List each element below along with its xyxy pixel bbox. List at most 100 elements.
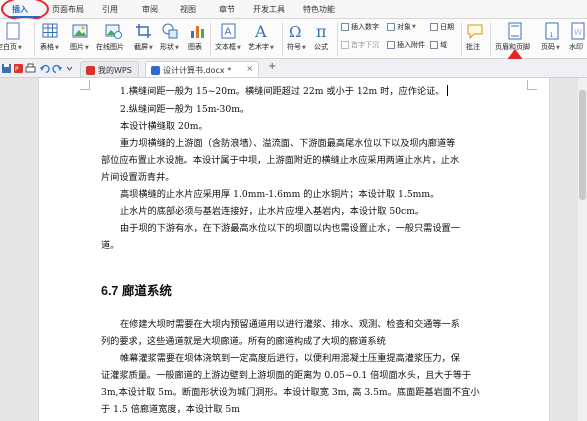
pdf-export-icon[interactable]: P	[13, 63, 24, 74]
vertical-scrollbar[interactable]	[578, 78, 587, 421]
chevron-down-icon[interactable]	[64, 63, 75, 74]
field-icon	[430, 41, 438, 49]
svg-text:Ω: Ω	[289, 23, 301, 40]
date-button[interactable]: 日期	[430, 22, 454, 32]
comment-button[interactable]: 批注	[466, 22, 484, 52]
blank-page-label: 空白页	[0, 43, 17, 51]
chart-button[interactable]: 图表	[188, 22, 207, 52]
tab-page-layout[interactable]: 页面布局	[52, 4, 84, 15]
object-label: 对象	[397, 23, 411, 31]
first-letter-sink-button[interactable]: 首字下沉	[341, 40, 379, 50]
doc-line: 道。	[101, 240, 120, 251]
insert-attachment-button[interactable]: 插入附件	[387, 40, 425, 50]
drop-cap-icon	[341, 41, 349, 49]
document-tab-bar: P 我的WPS 设计计算书.docx * × +	[0, 59, 587, 78]
symbol-label: 符号	[287, 43, 301, 51]
field-label: 域	[440, 41, 447, 49]
svg-text:A: A	[254, 22, 267, 40]
scrollbar-thumb[interactable]	[579, 90, 586, 200]
insert-attachment-label: 插入附件	[397, 41, 425, 49]
blank-page-button[interactable]: 空白页▼	[0, 22, 22, 52]
doc-line: 部位应布置止水设施。本设计属于中坝，上游面附近的横缝止水应采用两道止水片，止水	[101, 155, 460, 166]
new-tab-button[interactable]: +	[268, 61, 276, 72]
textbox-icon: A	[221, 23, 236, 39]
svg-text:P: P	[15, 66, 19, 73]
formula-button[interactable]: π 公式	[314, 22, 332, 52]
field-button[interactable]: 域	[430, 40, 447, 50]
wordart-label: 艺术字	[248, 43, 269, 51]
page-number-button[interactable]: 1 页码▼	[541, 22, 561, 52]
redo-icon[interactable]	[52, 63, 63, 74]
ribbon-divider	[337, 22, 338, 56]
tab-section[interactable]: 章节	[219, 4, 235, 15]
first-letter-sink-label: 首字下沉	[351, 41, 379, 49]
paperclip-icon	[387, 41, 395, 49]
tab-document-label: 设计计算书.docx *	[163, 66, 232, 75]
doc-line: 2.纵缝间距一般为 15m-30m。	[120, 104, 250, 115]
undo-icon[interactable]	[39, 63, 50, 74]
table-button[interactable]: 表格▼	[40, 22, 59, 52]
doc-line: 重力坝横缝的上游面（含防浪墙）、溢流面、下游面最高尾水位以下以及坝内廊道等	[120, 138, 456, 149]
online-picture-icon	[105, 24, 122, 39]
insert-number-button[interactable]: 插入数字	[341, 22, 379, 32]
symbol-button[interactable]: Ω 符号▼	[287, 22, 306, 52]
header-footer-button[interactable]: 页眉和页脚	[495, 22, 530, 52]
picture-button[interactable]: 图片▼	[70, 22, 89, 52]
watermark-label: 水印	[569, 43, 583, 51]
formula-label: 公式	[314, 43, 328, 51]
doc-line: 证灌浆质量。一般廊道的上游边壁到上游坝面的距离为 0.05~0.1 倍坝面水头，…	[101, 370, 472, 381]
wordart-button[interactable]: A 艺术字▼	[248, 22, 274, 52]
table-label: 表格	[40, 43, 54, 51]
tab-review[interactable]: 审阅	[142, 4, 158, 15]
text-cursor	[447, 85, 449, 96]
margin-corner-mark	[527, 80, 537, 90]
blank-page-icon	[6, 22, 20, 40]
tab-special-features[interactable]: 特色功能	[303, 4, 335, 15]
tab-references[interactable]: 引用	[102, 4, 118, 15]
pi-formula-icon: π	[316, 22, 327, 40]
doc-line: 片间设置沥青井。	[101, 172, 175, 183]
textbox-button[interactable]: A 文本框▼	[215, 22, 241, 52]
section-heading: 6.7 廊道系统	[101, 284, 172, 298]
svg-text:π: π	[316, 22, 327, 40]
screenshot-label: 截屏	[134, 43, 148, 51]
picture-icon	[72, 24, 88, 38]
shape-icon	[162, 23, 178, 39]
page-number-icon: 1	[545, 22, 559, 40]
screenshot-button[interactable]: 截屏▼	[134, 22, 153, 52]
insert-number-label: 插入数字	[351, 23, 379, 31]
doc-line: 3m,本设计取 5m。断面形状设为城门洞形。本设计取宽 3m, 高 3.5m。底…	[101, 387, 480, 398]
tab-developer-tools[interactable]: 开发工具	[253, 4, 285, 15]
object-icon	[387, 23, 395, 31]
word-document-icon	[151, 66, 160, 75]
ribbon-divider	[210, 22, 211, 56]
online-picture-label: 在线图片	[96, 43, 124, 51]
header-footer-icon	[508, 22, 522, 40]
tab-view[interactable]: 视图	[180, 4, 196, 15]
tab-document[interactable]: 设计计算书.docx * ×	[145, 61, 259, 77]
svg-text:W: W	[574, 28, 582, 37]
watermark-button[interactable]: W 水印	[569, 22, 587, 52]
save-icon[interactable]	[1, 63, 12, 74]
doc-line: 列的要求，这些通道就是大坝廊道。所有的廊道构成了大坝的廊道系统	[101, 336, 386, 347]
page-number-label: 页码	[541, 43, 555, 51]
object-button[interactable]: 对象 ▼	[387, 22, 416, 32]
svg-text:A: A	[225, 27, 232, 38]
comment-label: 批注	[466, 43, 480, 51]
ribbon-divider	[34, 22, 35, 56]
close-tab-icon[interactable]: ×	[246, 64, 253, 73]
ribbon-toolbar: 空白页▼ 表格▼ 图片▼ 在线图片 截屏▼ 形状▼ 图表 A 文本框▼ A 艺术…	[0, 19, 587, 59]
online-picture-button[interactable]: 在线图片	[96, 22, 124, 52]
tab-my-wps[interactable]: 我的WPS	[80, 61, 139, 77]
tab-my-wps-label: 我的WPS	[98, 66, 132, 75]
doc-line: 1.横缝间距一般为 15~20m。横缝间距超过 22m 或小于 12m 时，应作…	[120, 83, 449, 97]
doc-line: 帷幕灌浆需要在坝体浇筑到一定高度后进行，以便利用混凝土压重提高灌浆压力，保	[120, 353, 460, 364]
svg-text:1: 1	[550, 32, 554, 39]
print-icon[interactable]	[25, 63, 36, 74]
ribbon-divider	[461, 22, 462, 56]
wordart-icon: A	[254, 22, 267, 40]
omega-symbol-icon: Ω	[289, 23, 301, 40]
doc-line: 于 1.5 倍廊道宽度，本设计取 5m	[101, 404, 240, 415]
shape-button[interactable]: 形状▼	[160, 22, 179, 52]
table-icon	[42, 23, 58, 38]
